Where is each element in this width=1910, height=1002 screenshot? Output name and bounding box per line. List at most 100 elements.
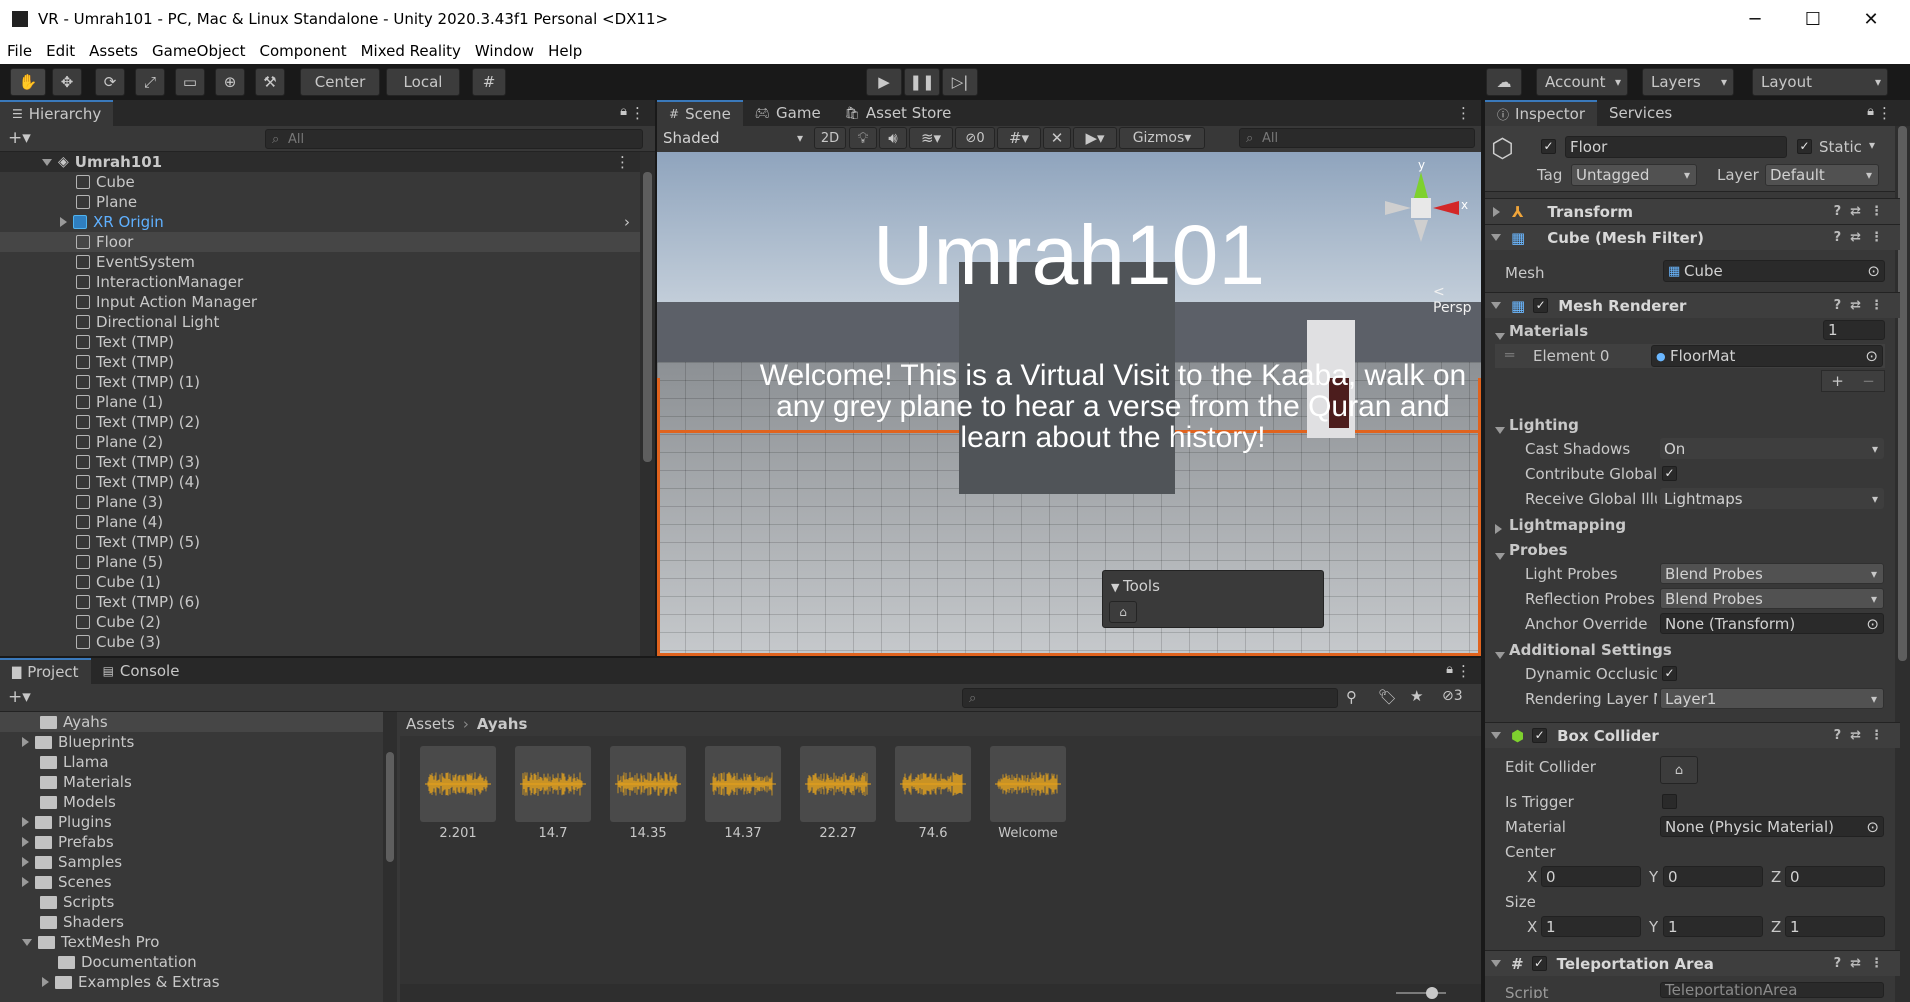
menu-component[interactable]: Component xyxy=(260,42,347,60)
gizmo-y-arrow[interactable] xyxy=(1414,172,1428,198)
expand-icon[interactable] xyxy=(1495,652,1505,659)
project-search-input[interactable]: ⌕ xyxy=(962,688,1338,708)
more-icon[interactable]: ⋮ xyxy=(630,104,645,122)
inspector-lock-icon[interactable]: 🔒︎ xyxy=(1867,104,1874,119)
menu-file[interactable]: File xyxy=(7,42,32,60)
expand-icon[interactable] xyxy=(1491,732,1501,739)
gizmo-center[interactable] xyxy=(1411,198,1431,218)
drag-handle-icon[interactable]: ═ xyxy=(1505,346,1514,364)
component-header-icons[interactable]: ?⇄⋮ xyxy=(1834,204,1892,219)
camera-icon[interactable]: ▶▾ xyxy=(1073,127,1117,149)
receive-gi-dropdown[interactable]: Lightmaps xyxy=(1660,488,1884,509)
static-checkbox[interactable]: ✓ xyxy=(1797,139,1812,154)
inspector-more-icon[interactable]: ⋮ xyxy=(1877,104,1892,122)
teleportation-enabled-checkbox[interactable]: ✓ xyxy=(1531,956,1547,971)
account-dropdown[interactable]: Account ▾ xyxy=(1536,68,1628,96)
minimize-icon[interactable]: ─ xyxy=(1726,0,1784,38)
hierarchy-item[interactable]: Input Action Manager xyxy=(0,292,640,312)
component-header-icons[interactable]: ?⇄⋮ xyxy=(1834,956,1892,971)
folder-item[interactable]: Ayahs xyxy=(0,712,383,732)
center-y-field[interactable]: 0 xyxy=(1663,866,1763,887)
project-more-icon[interactable]: ⋮ xyxy=(1456,662,1471,680)
cast-shadows-dropdown[interactable]: On xyxy=(1660,438,1884,459)
expand-icon[interactable] xyxy=(1491,234,1501,241)
zoom-slider-track[interactable] xyxy=(1396,992,1446,994)
hierarchy-item[interactable]: Plane xyxy=(0,192,640,212)
scene-search-input[interactable]: ⌕ All xyxy=(1239,128,1475,148)
hidden-objects-button[interactable]: ⊘ 0 xyxy=(955,127,995,149)
orientation-gizmo[interactable]: y x xyxy=(1377,158,1468,256)
edit-collider-button[interactable]: ⌂ xyxy=(1660,756,1698,784)
search-by-type-icon[interactable]: ⚲ xyxy=(1346,688,1357,706)
is-trigger-checkbox[interactable] xyxy=(1662,794,1677,809)
persp-label[interactable]: < Persp xyxy=(1433,284,1481,316)
folder-item[interactable]: Llama xyxy=(0,752,383,772)
active-checkbox[interactable]: ✓ xyxy=(1541,139,1556,154)
expand-icon[interactable] xyxy=(42,158,52,166)
hierarchy-item[interactable]: Text (TMP) (5) xyxy=(0,532,640,552)
close-icon[interactable]: ✕ xyxy=(1842,0,1900,38)
hierarchy-search-input[interactable]: ⌕ All xyxy=(265,129,643,149)
component-header-icons[interactable]: ?⇄⋮ xyxy=(1834,230,1892,245)
folder-tree-scroll-thumb[interactable] xyxy=(386,752,394,862)
menu-window[interactable]: Window xyxy=(475,42,534,60)
folder-item[interactable]: Samples xyxy=(0,852,383,872)
folder-item[interactable]: Scripts xyxy=(0,892,383,912)
hierarchy-item[interactable]: Cube (1) xyxy=(0,572,640,592)
tab-project[interactable]: ▇ Project xyxy=(0,658,91,684)
layers-dropdown[interactable]: Layers ▾ xyxy=(1642,68,1734,96)
collapse-icon[interactable] xyxy=(22,857,29,867)
cloud-icon[interactable]: ☁ xyxy=(1486,68,1522,96)
static-dropdown-icon[interactable]: ▾ xyxy=(1869,138,1875,152)
hierarchy-item[interactable]: Cube (2) xyxy=(0,612,640,632)
rendering-layer-dropdown[interactable]: Layer1 xyxy=(1660,688,1884,709)
folder-item[interactable]: Documentation xyxy=(0,952,383,972)
expand-icon[interactable] xyxy=(1491,302,1501,309)
search-by-label-icon[interactable]: 🏷︎ xyxy=(1378,688,1397,706)
folder-item[interactable]: Models xyxy=(0,792,383,812)
hierarchy-item[interactable]: Directional Light xyxy=(0,312,640,332)
scene-more-icon[interactable]: ⋮ xyxy=(615,153,630,171)
folder-item[interactable]: Prefabs xyxy=(0,832,383,852)
open-prefab-chevron-icon[interactable]: › xyxy=(624,213,630,231)
folder-item[interactable]: Materials xyxy=(0,772,383,792)
mode-2d-button[interactable]: 2D xyxy=(814,127,846,149)
breadcrumb-ayahs[interactable]: Ayahs xyxy=(477,715,528,733)
pivot-center-button[interactable]: Center xyxy=(300,68,380,96)
shading-dropdown[interactable]: Shaded xyxy=(659,128,809,148)
hierarchy-item[interactable]: Text (TMP) (3) xyxy=(0,452,640,472)
list-remove-icon[interactable]: − xyxy=(1862,372,1875,390)
hand-tool-icon[interactable]: ✋ xyxy=(10,68,46,96)
hierarchy-item[interactable]: Text (TMP) xyxy=(0,352,640,372)
gizmos-dropdown[interactable]: Gizmos ▾ xyxy=(1119,127,1205,149)
list-add-icon[interactable]: + xyxy=(1831,372,1844,390)
component-header-icons[interactable]: ?⇄⋮ xyxy=(1834,728,1892,743)
collapse-icon[interactable] xyxy=(22,837,29,847)
project-lock-icon[interactable]: 🔒︎ xyxy=(1446,662,1453,677)
inspector-scrollbar[interactable] xyxy=(1895,126,1910,1002)
folder-item[interactable]: Shaders xyxy=(0,912,383,932)
tools-icon[interactable]: ✕ xyxy=(1043,127,1071,149)
hierarchy-item[interactable]: Plane (5) xyxy=(0,552,640,572)
folder-item[interactable]: Examples & Extras xyxy=(0,972,383,992)
audio-clip-thumbnail[interactable] xyxy=(515,746,591,822)
tab-scene[interactable]: # Scene xyxy=(657,100,743,126)
hierarchy-item[interactable]: EventSystem xyxy=(0,252,640,272)
zoom-slider-handle[interactable] xyxy=(1426,987,1438,999)
audio-clip-thumbnail[interactable] xyxy=(990,746,1066,822)
expand-icon[interactable] xyxy=(1495,553,1505,560)
object-picker-icon[interactable]: ⊙ xyxy=(1867,262,1880,280)
expand-icon[interactable] xyxy=(1495,333,1505,340)
collapse-icon[interactable] xyxy=(22,817,29,827)
breadcrumb-assets[interactable]: Assets xyxy=(406,715,455,733)
hierarchy-item[interactable]: Plane (3) xyxy=(0,492,640,512)
folder-item[interactable]: Plugins xyxy=(0,812,383,832)
audio-clip-thumbnail[interactable] xyxy=(800,746,876,822)
size-y-field[interactable]: 1 xyxy=(1663,916,1763,937)
edit-collider-tool-icon[interactable]: ⌂ xyxy=(1109,601,1137,623)
rotate-tool-icon[interactable]: ⟳ xyxy=(95,68,125,96)
scale-tool-icon[interactable]: ⤢ xyxy=(135,68,165,96)
hierarchy-item[interactable]: Plane (4) xyxy=(0,512,640,532)
folder-item[interactable]: Blueprints xyxy=(0,732,383,752)
object-picker-icon[interactable]: ⊙ xyxy=(1865,347,1878,365)
